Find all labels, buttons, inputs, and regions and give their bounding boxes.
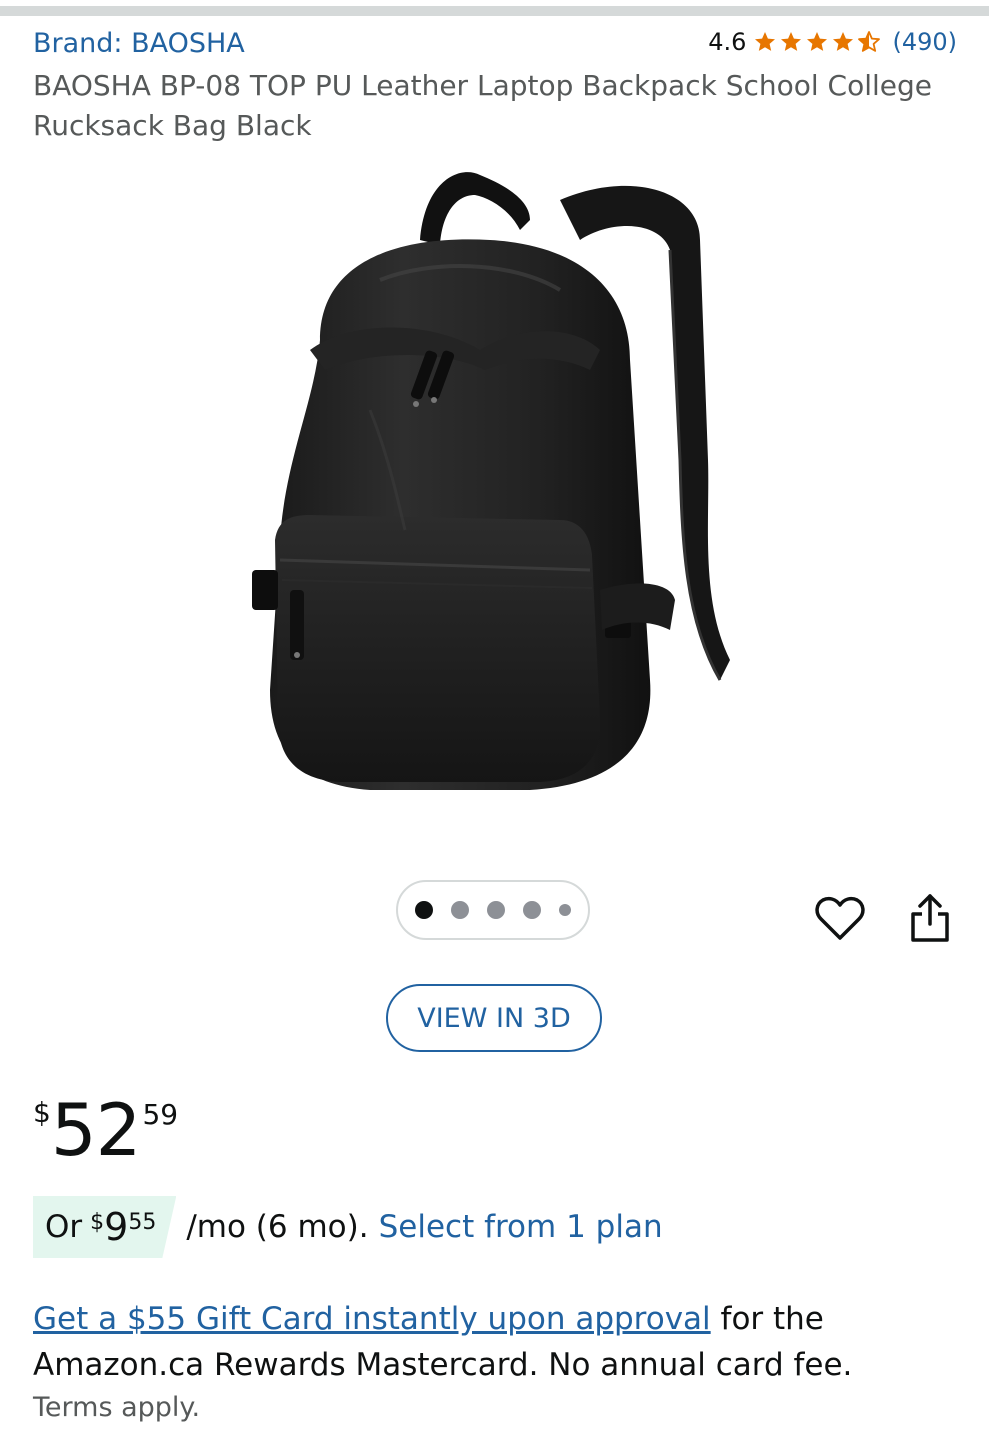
carousel-dot[interactable] xyxy=(487,901,505,919)
view-in-3d-button[interactable]: VIEW IN 3D xyxy=(386,984,602,1052)
monthly-payment-row: Or $ 9 55 /mo (6 mo). Select from 1 plan xyxy=(33,1196,663,1258)
star-full-icon xyxy=(833,32,854,51)
carousel-dot[interactable] xyxy=(451,901,469,919)
product-title: BAOSHA BP-08 TOP PU Leather Laptop Backp… xyxy=(33,69,933,142)
carousel-dot-active[interactable] xyxy=(415,901,433,919)
monthly-currency: $ xyxy=(90,1210,105,1235)
price-currency: $ xyxy=(33,1096,51,1129)
star-full-icon xyxy=(807,32,828,51)
star-full-icon xyxy=(781,32,802,51)
credit-card-promo: Get a $55 Gift Card instantly upon appro… xyxy=(33,1296,963,1388)
monthly-price-highlight: Or $ 9 55 xyxy=(33,1196,176,1258)
carousel-dot[interactable] xyxy=(523,901,541,919)
rating-value: 4.6 xyxy=(708,28,747,56)
review-count-link[interactable]: (490) xyxy=(892,28,957,56)
top-divider xyxy=(0,6,989,16)
share-icon[interactable] xyxy=(907,892,953,944)
monthly-prefix: Or xyxy=(45,1209,83,1245)
brand-link[interactable]: Brand: BAOSHA xyxy=(33,28,245,59)
monthly-suffix: /mo (6 mo). xyxy=(186,1209,369,1245)
star-full-icon xyxy=(755,32,776,51)
rating-summary[interactable]: 4.6 (490) xyxy=(708,28,957,56)
rating-stars xyxy=(752,30,882,54)
select-plan-link[interactable]: Select from 1 plan xyxy=(379,1209,663,1245)
gift-card-offer-link[interactable]: Get a $55 Gift Card instantly upon appro… xyxy=(33,1301,711,1337)
price-fraction: 59 xyxy=(142,1098,179,1131)
monthly-whole: 9 xyxy=(104,1205,129,1249)
price: $ 52 59 xyxy=(33,1090,178,1170)
price-whole: 52 xyxy=(50,1088,142,1172)
product-image[interactable] xyxy=(230,160,770,840)
image-carousel-indicator[interactable] xyxy=(396,880,590,940)
heart-icon[interactable] xyxy=(815,895,865,943)
monthly-fraction: 55 xyxy=(128,1210,157,1235)
terms-text: Terms apply. xyxy=(33,1392,201,1423)
star-half-icon xyxy=(858,31,881,52)
carousel-dot[interactable] xyxy=(559,904,571,916)
